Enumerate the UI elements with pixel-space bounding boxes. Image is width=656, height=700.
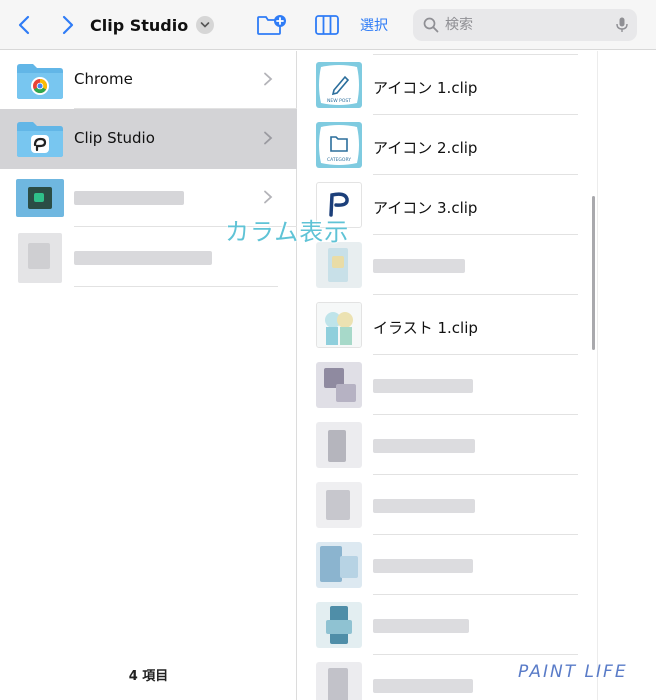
select-button[interactable]: 選択 [360, 15, 388, 35]
blurred-folder-icon [16, 179, 64, 217]
empty-column [597, 51, 656, 700]
blurred-label [373, 259, 465, 273]
column-view-button[interactable] [314, 12, 340, 38]
right-column: NEW POST アイコン 1.clip CATEGORY アイコン 2.cli… [298, 51, 596, 700]
file-thumbnail: CATEGORY [316, 122, 362, 168]
search-icon [423, 17, 439, 33]
chevron-right-icon [264, 131, 273, 145]
blurred-label [373, 619, 469, 633]
blurred-thumbnail [316, 482, 362, 528]
page-title: Clip Studio [90, 15, 189, 35]
blurred-thumbnail [316, 542, 362, 588]
back-button[interactable] [12, 12, 36, 38]
file-thumbnail: NEW POST [316, 62, 362, 108]
folder-label: Clip Studio [74, 129, 155, 147]
clip-studio-folder-icon [17, 122, 63, 157]
forward-button[interactable] [56, 12, 80, 38]
blurred-file-icon [18, 233, 62, 283]
blurred-thumbnail [316, 662, 362, 700]
chevron-down-icon [196, 16, 215, 34]
divider [74, 286, 278, 287]
file-row[interactable]: イラスト 1.clip [298, 295, 596, 355]
category-folder-icon: CATEGORY [319, 125, 359, 165]
blurred-label [373, 439, 475, 453]
blurred-thumbnail [316, 602, 362, 648]
svg-text:CATEGORY: CATEGORY [327, 157, 351, 163]
file-row-blurred[interactable] [298, 355, 596, 415]
file-row[interactable]: NEW POST アイコン 1.clip [298, 55, 596, 115]
blurred-label [74, 251, 212, 265]
chevron-left-icon [18, 15, 30, 35]
scrollbar[interactable] [592, 196, 595, 350]
blurred-thumbnail [316, 422, 362, 468]
files-app: Clip Studio 選択 検索 Chrome Clip Studio 4 項… [0, 0, 656, 700]
columns-icon [315, 15, 339, 35]
blurred-thumbnail [316, 362, 362, 408]
file-row-blurred[interactable] [298, 415, 596, 475]
file-name: イラスト 1.clip [373, 319, 478, 337]
blurred-label [373, 679, 473, 693]
left-column: Chrome Clip Studio 4 項目 [0, 51, 297, 700]
blurred-label [74, 191, 184, 205]
watermark: PAINT LIFE [518, 662, 628, 682]
new-folder-button[interactable] [256, 11, 286, 39]
new-folder-icon [257, 15, 286, 35]
svg-text:NEW POST: NEW POST [327, 98, 351, 104]
column-view-caption: カラム表示 [225, 218, 350, 246]
blurred-thumbnail [316, 242, 362, 288]
folder-row-clip-studio[interactable]: Clip Studio [0, 109, 297, 169]
folder-title-menu[interactable]: Clip Studio [90, 12, 215, 38]
item-count: 4 項目 [128, 669, 169, 684]
folder-row-chrome[interactable]: Chrome [0, 51, 297, 109]
file-row-blurred[interactable] [298, 535, 596, 595]
file-row[interactable]: CATEGORY アイコン 2.clip [298, 115, 596, 175]
file-row-blurred[interactable] [298, 595, 596, 655]
chevron-right-icon [264, 190, 273, 204]
blurred-label [373, 499, 475, 513]
search-bar [413, 9, 637, 41]
blurred-label [373, 559, 473, 573]
file-row-blurred[interactable] [298, 475, 596, 535]
file-thumbnail [316, 302, 362, 348]
chevron-right-icon [264, 72, 273, 86]
file-name: アイコン 2.clip [373, 139, 478, 157]
blurred-label [373, 379, 473, 393]
toolbar: Clip Studio 選択 [0, 0, 656, 50]
pen-icon: NEW POST [319, 65, 359, 105]
illustration-thumbnail [317, 303, 361, 347]
search-input[interactable] [445, 14, 615, 36]
file-name: アイコン 1.clip [373, 79, 478, 97]
chevron-right-icon [62, 15, 74, 35]
microphone-icon[interactable] [616, 17, 628, 33]
folder-label: Chrome [74, 70, 133, 88]
chrome-folder-icon [17, 64, 63, 99]
file-name: アイコン 3.clip [373, 199, 478, 217]
